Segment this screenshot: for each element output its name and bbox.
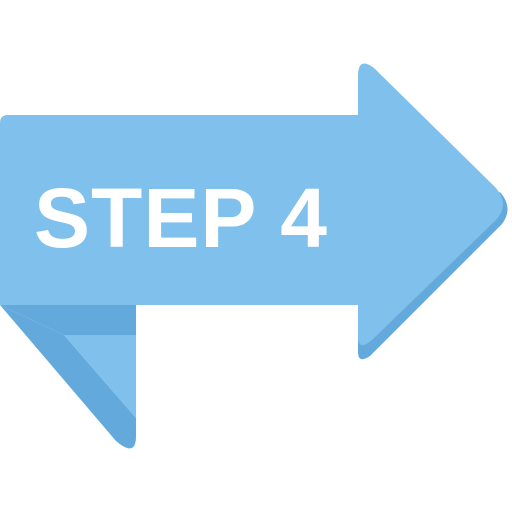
step-label: STEP 4 [34, 171, 328, 265]
right-arrow-icon: STEP 4 [0, 63, 508, 449]
step-arrow-graphic: STEP 4 [0, 0, 512, 512]
